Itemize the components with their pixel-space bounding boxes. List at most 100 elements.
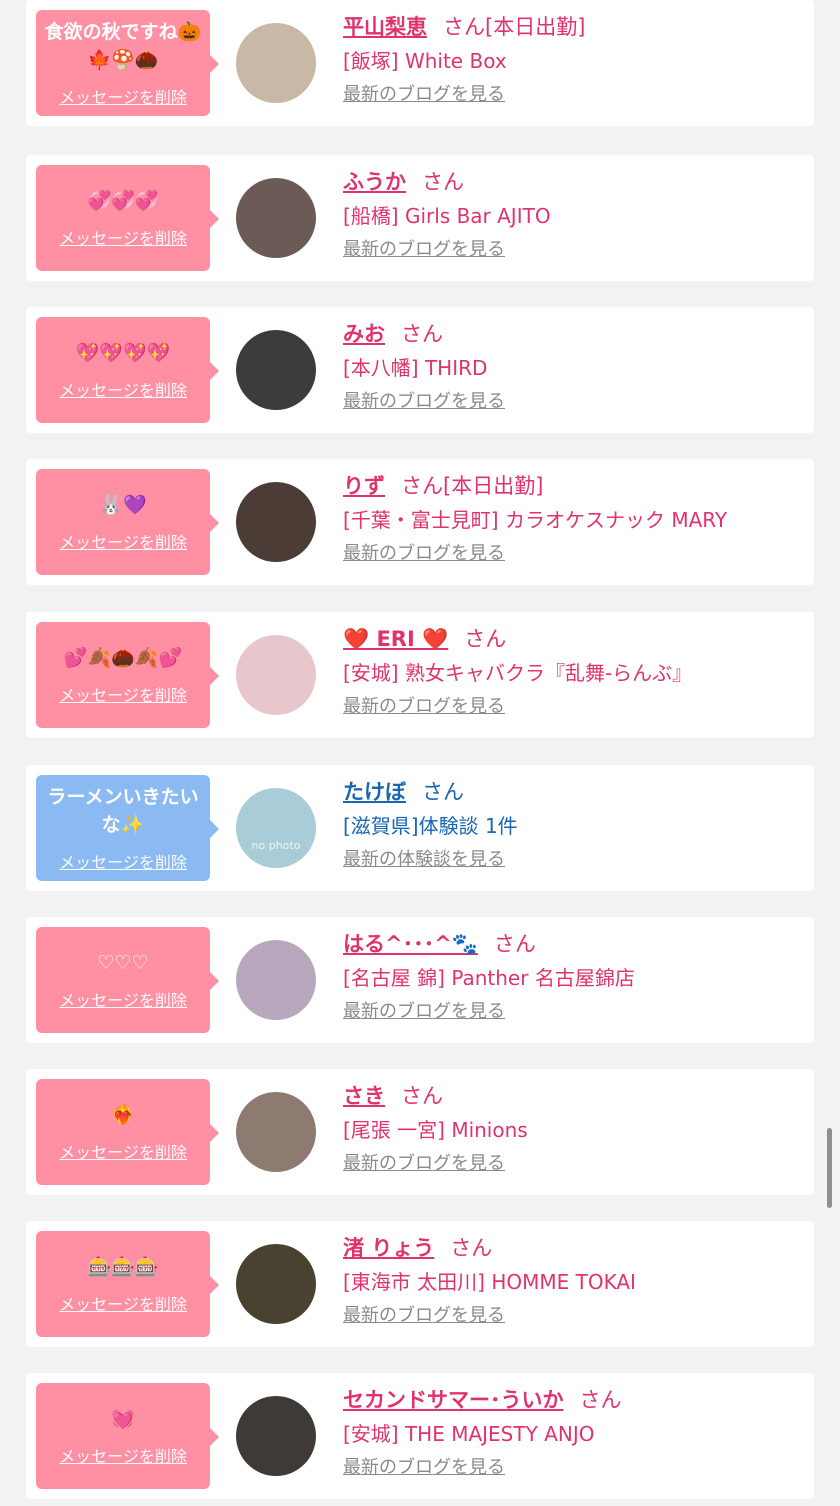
latest-blog-link[interactable]: 最新のブログを見る bbox=[343, 233, 804, 267]
attendance-status: [本日出勤] bbox=[443, 474, 544, 498]
honorific: さん bbox=[422, 780, 464, 804]
honorific: さん bbox=[401, 322, 443, 346]
cast-card: 💞💞💞 メッセージを削除 ふうか さん [船橋] Girls Bar AJITO … bbox=[26, 155, 814, 281]
name-row: 平山梨恵 さん[本日出勤] bbox=[343, 10, 804, 44]
cast-card: 食欲の秋ですね🎃🍁🍄🌰 メッセージを削除 平山梨恵 さん[本日出勤] [飯塚] W… bbox=[26, 0, 814, 126]
avatar[interactable] bbox=[236, 23, 316, 103]
message-bubble: 💕🍂🌰🍂💕 メッセージを削除 bbox=[36, 622, 219, 728]
message-bubble: 🎰🎰🎰 メッセージを削除 bbox=[36, 1231, 219, 1337]
delete-message-link[interactable]: メッセージを削除 bbox=[59, 225, 187, 249]
latest-blog-link[interactable]: 最新のブログを見る bbox=[343, 690, 804, 724]
delete-message-link[interactable]: メッセージを削除 bbox=[59, 987, 187, 1011]
latest-blog-link[interactable]: 最新のブログを見る bbox=[343, 1451, 804, 1485]
cast-card: 💖💖💖💖 メッセージを削除 みお さん [本八幡] THIRD 最新のブログを見る bbox=[26, 307, 814, 433]
name-row: セカンドサマー･ういか さん bbox=[343, 1383, 804, 1417]
avatar[interactable] bbox=[236, 1396, 316, 1476]
latest-blog-link[interactable]: 最新のブログを見る bbox=[343, 1147, 804, 1181]
cast-info: 平山梨恵 さん[本日出勤] [飯塚] White Box 最新のブログを見る bbox=[343, 10, 804, 112]
delete-message-link[interactable]: メッセージを削除 bbox=[59, 682, 187, 706]
cast-info: たけぼ さん [滋賀県]体験談 1件 最新の体験談を見る bbox=[343, 775, 804, 877]
name-row: はる^･･･^🐾 さん bbox=[343, 927, 804, 961]
message-bubble: 💞💞💞 メッセージを削除 bbox=[36, 165, 219, 271]
cast-name-link[interactable]: セカンドサマー･ういか bbox=[343, 1388, 564, 1412]
cast-name-link[interactable]: たけぼ bbox=[343, 780, 406, 804]
shop-name: [名古屋 錦] Panther 名古屋錦店 bbox=[343, 966, 635, 990]
name-row: たけぼ さん bbox=[343, 775, 804, 809]
delete-message-link[interactable]: メッセージを削除 bbox=[59, 529, 187, 553]
shop-name: [安城] THE MAJESTY ANJO bbox=[343, 1422, 595, 1446]
shop-name: [安城] 熟女キャバクラ『乱舞-らんぶ』 bbox=[343, 661, 693, 685]
avatar[interactable] bbox=[236, 1092, 316, 1172]
cast-name-link[interactable]: 渚 りょう bbox=[343, 1236, 434, 1260]
message-text: 🎰🎰🎰 bbox=[87, 1256, 159, 1278]
shop-name: [東海市 太田川] HOMME TOKAI bbox=[343, 1270, 636, 1294]
cast-card: 🎰🎰🎰 メッセージを削除 渚 りょう さん [東海市 太田川] HOMME TOK… bbox=[26, 1221, 814, 1347]
cast-info: ❤️ ERI ❤️ さん [安城] 熟女キャバクラ『乱舞-らんぶ』 最新のブログを… bbox=[343, 622, 804, 724]
avatar[interactable] bbox=[236, 482, 316, 562]
honorific: さん bbox=[401, 474, 443, 498]
message-text: 食欲の秋ですね🎃🍁🍄🌰 bbox=[44, 21, 202, 71]
latest-blog-link[interactable]: 最新のブログを見る bbox=[343, 537, 804, 571]
cast-name-link[interactable]: はる^･･･^🐾 bbox=[343, 932, 478, 956]
latest-blog-link[interactable]: 最新のブログを見る bbox=[343, 385, 804, 419]
avatar[interactable] bbox=[236, 635, 316, 715]
honorific: さん bbox=[401, 1084, 443, 1108]
shop-name: [船橋] Girls Bar AJITO bbox=[343, 204, 551, 228]
cast-info: ふうか さん [船橋] Girls Bar AJITO 最新のブログを見る bbox=[343, 165, 804, 267]
message-text: 💞💞💞 bbox=[87, 190, 159, 212]
cast-info: セカンドサマー･ういか さん [安城] THE MAJESTY ANJO 最新のブ… bbox=[343, 1383, 804, 1485]
delete-message-link[interactable]: メッセージを削除 bbox=[59, 84, 187, 108]
delete-message-link[interactable]: メッセージを削除 bbox=[59, 377, 187, 401]
name-row: ふうか さん bbox=[343, 165, 804, 199]
latest-blog-link[interactable]: 最新の体験談を見る bbox=[343, 843, 804, 877]
cast-info: りず さん[本日出勤] [千葉・富士見町] カラオケスナック MARY 最新のブロ… bbox=[343, 469, 804, 571]
message-text: 💕🍂🌰🍂💕 bbox=[63, 647, 183, 669]
cast-card: ラーメンいきたいな✨ メッセージを削除 no photo たけぼ さん [滋賀県]… bbox=[26, 765, 814, 891]
latest-blog-link[interactable]: 最新のブログを見る bbox=[343, 78, 804, 112]
cast-card: ♡♡♡ メッセージを削除 はる^･･･^🐾 さん [名古屋 錦] Panther … bbox=[26, 917, 814, 1043]
message-bubble: ❤️‍🔥 メッセージを削除 bbox=[36, 1079, 219, 1185]
latest-blog-link[interactable]: 最新のブログを見る bbox=[343, 1299, 804, 1333]
delete-message-link[interactable]: メッセージを削除 bbox=[59, 849, 187, 873]
honorific: さん bbox=[579, 1388, 622, 1412]
name-row: さき さん bbox=[343, 1079, 804, 1113]
avatar[interactable] bbox=[236, 330, 316, 410]
avatar[interactable]: no photo bbox=[236, 788, 316, 868]
name-row: りず さん[本日出勤] bbox=[343, 469, 804, 503]
shop-name: [尾張 一宮] Minions bbox=[343, 1118, 528, 1142]
honorific: さん bbox=[464, 627, 507, 651]
message-text: 🐰💜 bbox=[99, 494, 147, 516]
cast-name-link[interactable]: ❤️ ERI ❤️ bbox=[343, 627, 448, 651]
cast-name-link[interactable]: みお bbox=[343, 322, 385, 346]
honorific: さん bbox=[422, 170, 464, 194]
name-row: みお さん bbox=[343, 317, 804, 351]
message-text: ❤️‍🔥 bbox=[111, 1104, 135, 1126]
shop-name: [本八幡] THIRD bbox=[343, 356, 488, 380]
honorific: さん bbox=[450, 1236, 493, 1260]
cast-card: 🐰💜 メッセージを削除 りず さん[本日出勤] [千葉・富士見町] カラオケスナッ… bbox=[26, 459, 814, 585]
message-text: 💖💖💖💖 bbox=[75, 342, 171, 364]
no-photo-label: no photo bbox=[251, 839, 301, 852]
delete-message-link[interactable]: メッセージを削除 bbox=[59, 1291, 187, 1315]
delete-message-link[interactable]: メッセージを削除 bbox=[59, 1443, 187, 1467]
cast-info: さき さん [尾張 一宮] Minions 最新のブログを見る bbox=[343, 1079, 804, 1181]
message-bubble: 💖💖💖💖 メッセージを削除 bbox=[36, 317, 219, 423]
avatar[interactable] bbox=[236, 1244, 316, 1324]
delete-message-link[interactable]: メッセージを削除 bbox=[59, 1139, 187, 1163]
message-bubble: 💓 メッセージを削除 bbox=[36, 1383, 219, 1489]
latest-blog-link[interactable]: 最新のブログを見る bbox=[343, 995, 804, 1029]
avatar[interactable] bbox=[236, 940, 316, 1020]
message-text: ラーメンいきたいな✨ bbox=[47, 786, 199, 836]
cast-name-link[interactable]: 平山梨恵 bbox=[343, 15, 427, 39]
cast-name-link[interactable]: りず bbox=[343, 474, 385, 498]
scrollbar[interactable] bbox=[827, 1128, 832, 1208]
cast-name-link[interactable]: さき bbox=[343, 1084, 385, 1108]
attendance-status: [本日出勤] bbox=[485, 15, 586, 39]
cast-card: 💓 メッセージを削除 セカンドサマー･ういか さん [安城] THE MAJEST… bbox=[26, 1373, 814, 1499]
cast-card: ❤️‍🔥 メッセージを削除 さき さん [尾張 一宮] Minions 最新のブロ… bbox=[26, 1069, 814, 1195]
shop-name: [飯塚] White Box bbox=[343, 49, 507, 73]
shop-name: [千葉・富士見町] カラオケスナック MARY bbox=[343, 508, 728, 532]
message-text: ♡♡♡ bbox=[97, 952, 149, 974]
cast-name-link[interactable]: ふうか bbox=[343, 170, 406, 194]
avatar[interactable] bbox=[236, 178, 316, 258]
